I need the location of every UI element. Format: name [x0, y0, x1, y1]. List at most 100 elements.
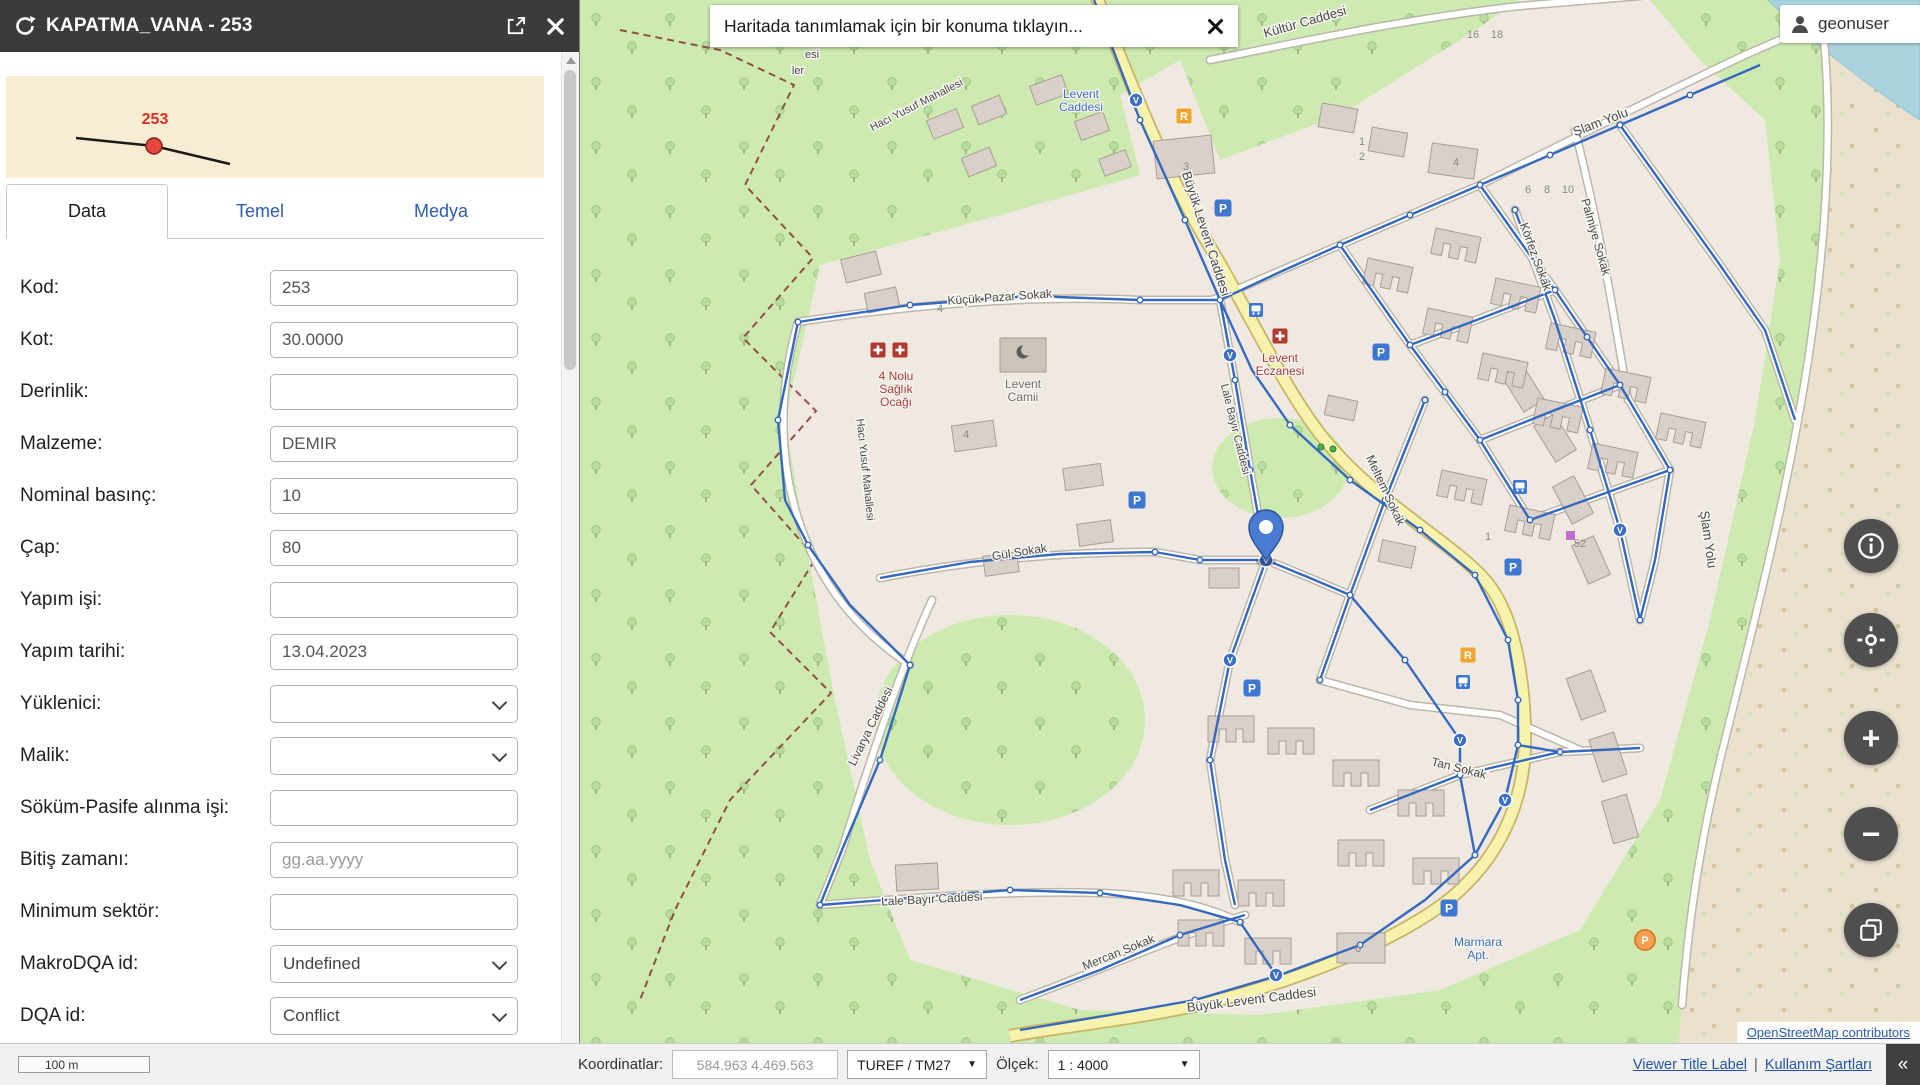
poi-label: 4 NoluSağlıkOcağı	[879, 369, 914, 409]
house-number: 1	[1485, 531, 1491, 543]
user-menu[interactable]: geonuser	[1780, 5, 1920, 43]
house-number: 6	[1355, 943, 1361, 955]
tab-data[interactable]: Data	[6, 184, 168, 239]
valve-marker[interactable]: V	[1223, 653, 1237, 667]
panel-header: KAPATMA_VANA - 253	[0, 0, 579, 52]
tab-medya[interactable]: Medya	[352, 184, 530, 238]
notification-close-button[interactable]	[1207, 18, 1224, 35]
valve-marker[interactable]: V	[1453, 733, 1467, 747]
svg-text:P: P	[1445, 902, 1453, 916]
scroll-up-arrow-icon[interactable]	[566, 57, 576, 64]
scale-select[interactable]: 1 : 4000 ▼	[1048, 1050, 1200, 1079]
terms-of-use-link[interactable]: Kullanım Şartları	[1765, 1057, 1872, 1073]
panel-title: KAPATMA_VANA - 253	[46, 15, 495, 37]
house-number: 1	[1359, 136, 1365, 148]
dropdown-arrow-icon: ▼	[967, 1059, 977, 1070]
info-button[interactable]	[1844, 519, 1898, 573]
field-select-14[interactable]: Conflict	[270, 997, 518, 1035]
field-input-12[interactable]	[270, 894, 518, 930]
scale-value: 1 : 4000	[1058, 1057, 1109, 1073]
link-separator: |	[1754, 1057, 1758, 1073]
tab-temel[interactable]: Temel	[168, 184, 352, 238]
field-row: Derinlik:	[0, 366, 549, 418]
attribute-form: Kod:Kot:Derinlik:Malzeme:Nominal basınç:…	[0, 262, 549, 1042]
valve-dot-graphic	[146, 138, 162, 154]
field-label: Minimum sektör:	[20, 901, 270, 923]
scale-bar: 100 m	[18, 1056, 150, 1073]
field-select-value: Undefined	[283, 954, 361, 974]
field-input-5[interactable]	[270, 530, 518, 566]
chevron-down-icon	[492, 954, 508, 970]
field-input-1[interactable]	[270, 322, 518, 358]
parking-icon: P	[1441, 900, 1458, 917]
zoom-in-icon: +	[1862, 722, 1881, 754]
field-label: Yapım tarihi:	[20, 641, 270, 663]
osm-attribution-link[interactable]: OpenStreetMap contributors	[1747, 1025, 1910, 1040]
scrollbar-thumb[interactable]	[564, 70, 576, 370]
collapse-statusbar-button[interactable]: «	[1886, 1044, 1920, 1085]
house-number: 8	[1544, 184, 1550, 196]
svg-text:V: V	[1617, 526, 1623, 536]
field-label: Söküm-Pasife alınma işi:	[20, 797, 270, 819]
svg-text:V: V	[1273, 971, 1279, 981]
field-input-11[interactable]	[270, 842, 518, 878]
poi-label: LeventCamii	[1005, 377, 1042, 404]
field-input-3[interactable]	[270, 426, 518, 462]
locate-button[interactable]	[1844, 613, 1898, 667]
panel-body: 253 Data Temel Medya Kod:Kot:Derinlik:Ma…	[0, 52, 579, 1043]
house-number: 16	[1467, 29, 1479, 41]
valve-marker[interactable]: V	[1223, 348, 1237, 362]
field-select-value: Conflict	[283, 1006, 340, 1026]
field-row: Malzeme:	[0, 418, 549, 470]
svg-text:P: P	[1509, 561, 1517, 575]
route-badge-icon: R	[1177, 109, 1192, 124]
street-label: ler	[792, 65, 805, 77]
zoom-out-button[interactable]: −	[1844, 807, 1898, 861]
crs-select[interactable]: TUREF / TM27 ▼	[847, 1050, 987, 1079]
field-input-4[interactable]	[270, 478, 518, 514]
parking-icon: P	[1244, 680, 1261, 697]
field-row: Bitiş zamanı:	[0, 834, 549, 886]
health-poi-icon	[871, 343, 886, 358]
parking-icon: P	[1505, 559, 1522, 576]
scale-bar-text: 100 m	[45, 1058, 78, 1072]
close-panel-button[interactable]	[546, 17, 565, 36]
parking-icon: P	[1215, 200, 1232, 217]
zoom-in-button[interactable]: +	[1844, 711, 1898, 765]
svg-text:V: V	[1227, 351, 1233, 361]
field-label: Bitiş zamanı:	[20, 849, 270, 871]
layers-icon	[1858, 917, 1884, 943]
orange-cluster-icon[interactable]: P	[1635, 930, 1655, 950]
svg-text:P: P	[1248, 682, 1256, 696]
map-notification: Haritada tanımlamak için bir konuma tıkl…	[710, 5, 1238, 47]
valve-marker[interactable]: V	[1498, 793, 1512, 807]
expand-window-button[interactable]	[505, 16, 526, 37]
svg-text:P: P	[1641, 935, 1648, 947]
coordinates-input[interactable]	[672, 1050, 838, 1079]
house-number: 4	[1453, 157, 1459, 169]
zoom-out-icon: −	[1862, 818, 1881, 850]
house-number: 2	[1359, 151, 1365, 163]
map-canvas[interactable]: PPPPPPRRP VVVVVVVV Kültür CaddesiŞlam Yo…	[580, 0, 1920, 1043]
valve-marker[interactable]: V	[1269, 968, 1283, 982]
svg-text:V: V	[1457, 736, 1463, 746]
parking-icon: P	[1373, 344, 1390, 361]
valve-marker[interactable]: V	[1129, 93, 1143, 107]
viewer-title-link[interactable]: Viewer Title Label	[1633, 1057, 1747, 1073]
field-input-2[interactable]	[270, 374, 518, 410]
valve-marker[interactable]: V	[1613, 523, 1627, 537]
field-row: Yapım işi:	[0, 574, 549, 626]
field-input-0[interactable]	[270, 270, 518, 306]
field-input-7[interactable]	[270, 634, 518, 670]
field-label: Malik:	[20, 745, 270, 767]
field-input-6[interactable]	[270, 582, 518, 618]
layers-button[interactable]	[1844, 903, 1898, 957]
svg-text:V: V	[1502, 796, 1508, 806]
panel-scrollbar[interactable]	[561, 52, 579, 1043]
field-row: Söküm-Pasife alınma işi:	[0, 782, 549, 834]
poi-label: LeventCaddesi	[1059, 87, 1103, 114]
field-select-8[interactable]	[270, 685, 518, 723]
field-input-10[interactable]	[270, 790, 518, 826]
field-select-13[interactable]: Undefined	[270, 945, 518, 983]
field-select-9[interactable]	[270, 737, 518, 775]
